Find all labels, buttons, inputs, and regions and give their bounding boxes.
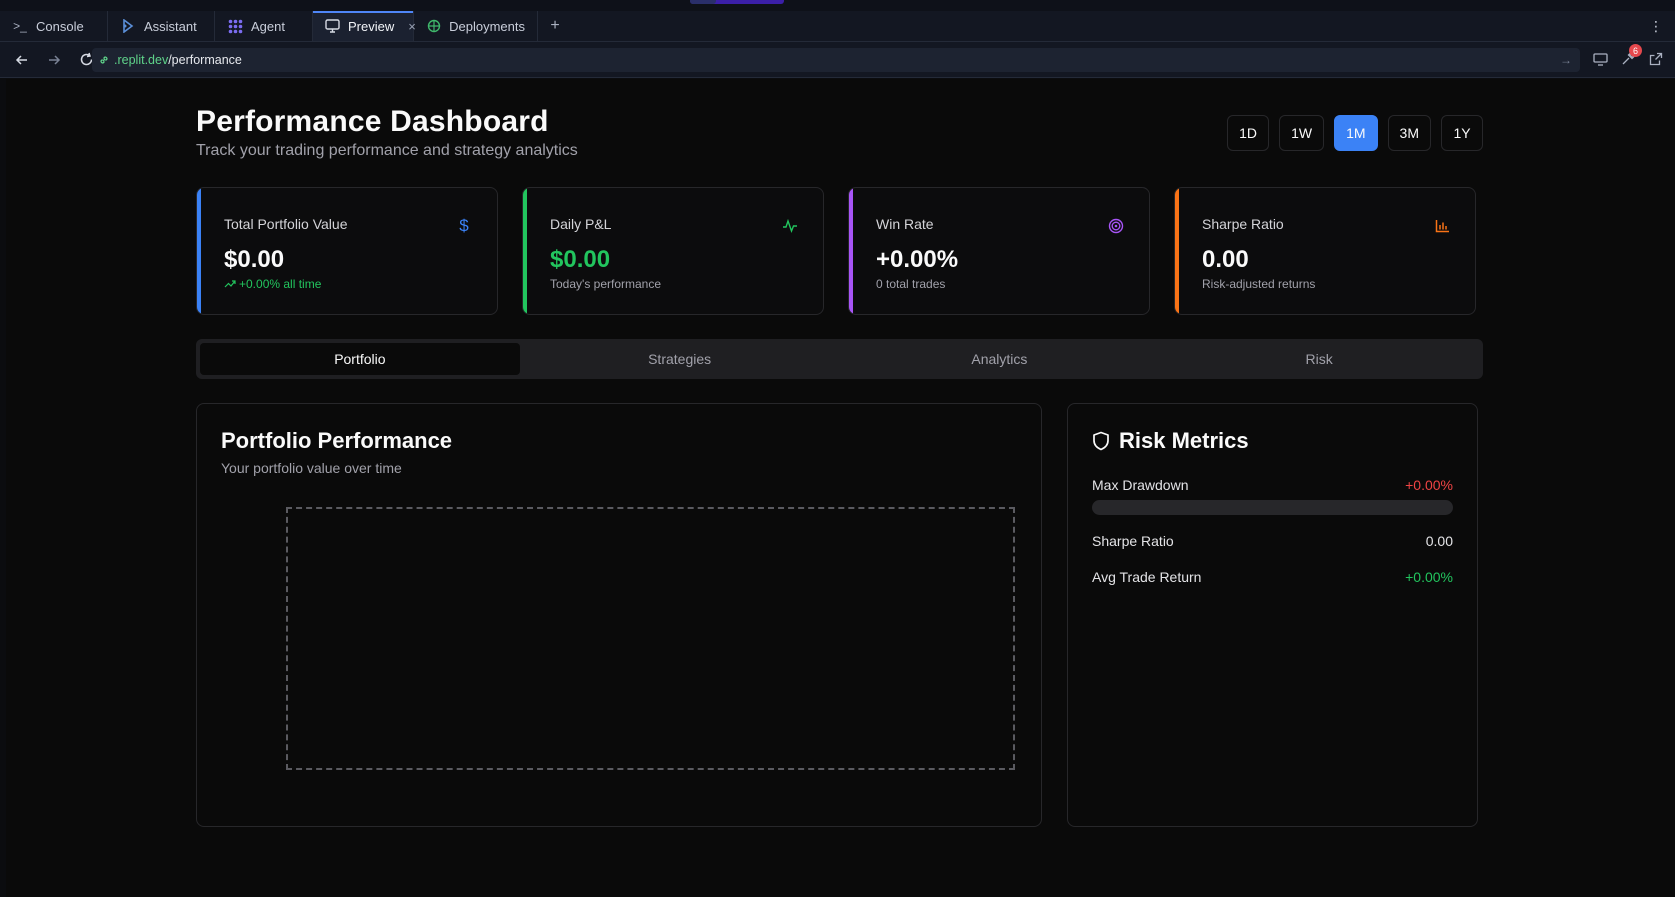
top-strip (0, 0, 1675, 11)
risk-label: Max Drawdown (1092, 477, 1189, 493)
kpi-accent (1175, 188, 1179, 314)
card-description: Your portfolio value over time (221, 460, 402, 476)
deployments-icon (426, 18, 441, 34)
tab-label: Preview (348, 18, 395, 34)
kpi-accent (197, 188, 201, 314)
dashboard-tabs: Portfolio Strategies Analytics Risk (196, 339, 1483, 379)
preview-page: Performance Dashboard Track your trading… (6, 79, 1675, 897)
portfolio-chart-placeholder (286, 507, 1015, 770)
tab-strategies[interactable]: Strategies (520, 343, 840, 375)
tab-risk[interactable]: Risk (1159, 343, 1479, 375)
tab-console[interactable]: >_ Console (0, 11, 108, 41)
shield-icon (1093, 431, 1109, 451)
tab-deployments[interactable]: Deployments (414, 11, 538, 41)
back-button[interactable] (8, 46, 36, 74)
kpi-sub: Risk-adjusted returns (1202, 277, 1316, 291)
kpi-sub: Today's performance (550, 277, 662, 291)
risk-value: +0.00% (1405, 569, 1453, 585)
kpi-total-portfolio-value: Total Portfolio Value $ $0.00 +0.00% all… (196, 187, 498, 315)
devices-icon[interactable] (1591, 50, 1609, 68)
url-host: .replit.dev (114, 53, 169, 67)
kpi-row: Total Portfolio Value $ $0.00 +0.00% all… (196, 187, 1483, 315)
tab-label: Assistant (144, 18, 197, 34)
kpi-label: Daily P&L (550, 216, 612, 232)
more-menu-icon[interactable]: ⋮ (1649, 17, 1663, 35)
kpi-value: 0.00 (1202, 246, 1249, 273)
kpi-value: $0.00 (224, 246, 285, 273)
card-title-text: Risk Metrics (1119, 428, 1249, 453)
risk-metrics-card: Risk Metrics Max Drawdown +0.00% Sharpe … (1067, 403, 1478, 827)
kpi-accent (523, 188, 527, 314)
dollar-icon: $ (459, 216, 469, 235)
tab-analytics[interactable]: Analytics (840, 343, 1160, 375)
page-title: Performance Dashboard (196, 105, 549, 138)
external-link-icon[interactable] (1647, 50, 1665, 68)
tab-label: Deployments (449, 18, 525, 34)
link-icon (100, 56, 108, 64)
range-1w-button[interactable]: 1W (1279, 115, 1325, 151)
kpi-value: $0.00 (550, 246, 611, 273)
tab-portfolio[interactable]: Portfolio (200, 343, 520, 375)
browser-tools: 6 (1591, 44, 1665, 68)
range-1d-button[interactable]: 1D (1227, 115, 1270, 151)
kpi-label: Win Rate (876, 216, 934, 232)
range-3m-button[interactable]: 3M (1387, 115, 1431, 151)
range-1m-button[interactable]: 1M (1334, 115, 1378, 151)
kpi-win-rate: Win Rate +0.00% 0 total trades (848, 187, 1150, 315)
tab-label: Agent (251, 18, 285, 34)
kpi-label: Sharpe Ratio (1202, 216, 1284, 232)
max-drawdown-progress (1092, 500, 1453, 515)
agent-icon (227, 18, 243, 34)
add-tab-button[interactable]: + (538, 11, 572, 41)
risk-value: +0.00% (1405, 477, 1453, 493)
arrow-right-icon (49, 54, 61, 65)
risk-row-sharpe-ratio: Sharpe Ratio 0.00 (1092, 533, 1453, 549)
card-title: Risk Metrics (1092, 428, 1249, 454)
kpi-sub: 0 total trades (876, 277, 946, 291)
bar-chart-icon (1433, 217, 1451, 235)
tab-preview[interactable]: Preview × (313, 11, 416, 41)
range-1y-button[interactable]: 1Y (1441, 115, 1483, 151)
kpi-value: +0.00% (876, 246, 959, 273)
notification-badge: 6 (1629, 44, 1642, 57)
card-title: Portfolio Performance (221, 428, 453, 453)
assistant-icon (120, 18, 136, 34)
trending-up-icon (224, 280, 236, 288)
terminal-icon: >_ (13, 19, 27, 33)
kpi-sub: +0.00% all time (224, 277, 321, 291)
risk-value: 0.00 (1425, 533, 1453, 549)
kpi-accent (849, 188, 853, 314)
time-range-selector: 1D 1W 1M 3M 1Y (1227, 115, 1483, 151)
page-subtitle: Track your trading performance and strat… (196, 142, 578, 159)
kpi-sharpe-ratio: Sharpe Ratio 0.00 Risk-adjusted returns (1174, 187, 1476, 315)
risk-row-avg-trade-return: Avg Trade Return +0.00% (1092, 569, 1453, 585)
activity-icon (781, 217, 799, 235)
tab-assistant[interactable]: Assistant (108, 11, 215, 41)
workspace-tabbar: >_ Console Assistant Agent Preview × Dep… (0, 11, 1675, 42)
tab-label: Console (36, 18, 84, 34)
risk-row-max-drawdown: Max Drawdown +0.00% (1092, 477, 1453, 493)
risk-label: Sharpe Ratio (1092, 533, 1174, 549)
kpi-sub-text: +0.00% all time (239, 277, 322, 291)
browser-toolbar: .replit.dev/performance → 6 (0, 42, 1675, 78)
arrow-left-icon (15, 54, 27, 65)
portfolio-performance-card: Portfolio Performance Your portfolio val… (196, 403, 1042, 827)
open-arrow-icon[interactable]: → (1560, 53, 1572, 67)
target-icon (1107, 217, 1125, 235)
monitor-icon (325, 18, 340, 34)
forward-button[interactable] (40, 46, 68, 74)
devtools-wrench-icon[interactable]: 6 (1619, 44, 1642, 68)
url-field[interactable]: .replit.dev/performance → (92, 48, 1580, 72)
kpi-daily-pnl: Daily P&L $0.00 Today's performance (522, 187, 824, 315)
tab-agent[interactable]: Agent (215, 11, 313, 41)
kpi-label: Total Portfolio Value (224, 216, 348, 232)
risk-label: Avg Trade Return (1092, 569, 1202, 585)
header-indicator-dim (690, 0, 716, 4)
url-path: /performance (168, 53, 242, 67)
